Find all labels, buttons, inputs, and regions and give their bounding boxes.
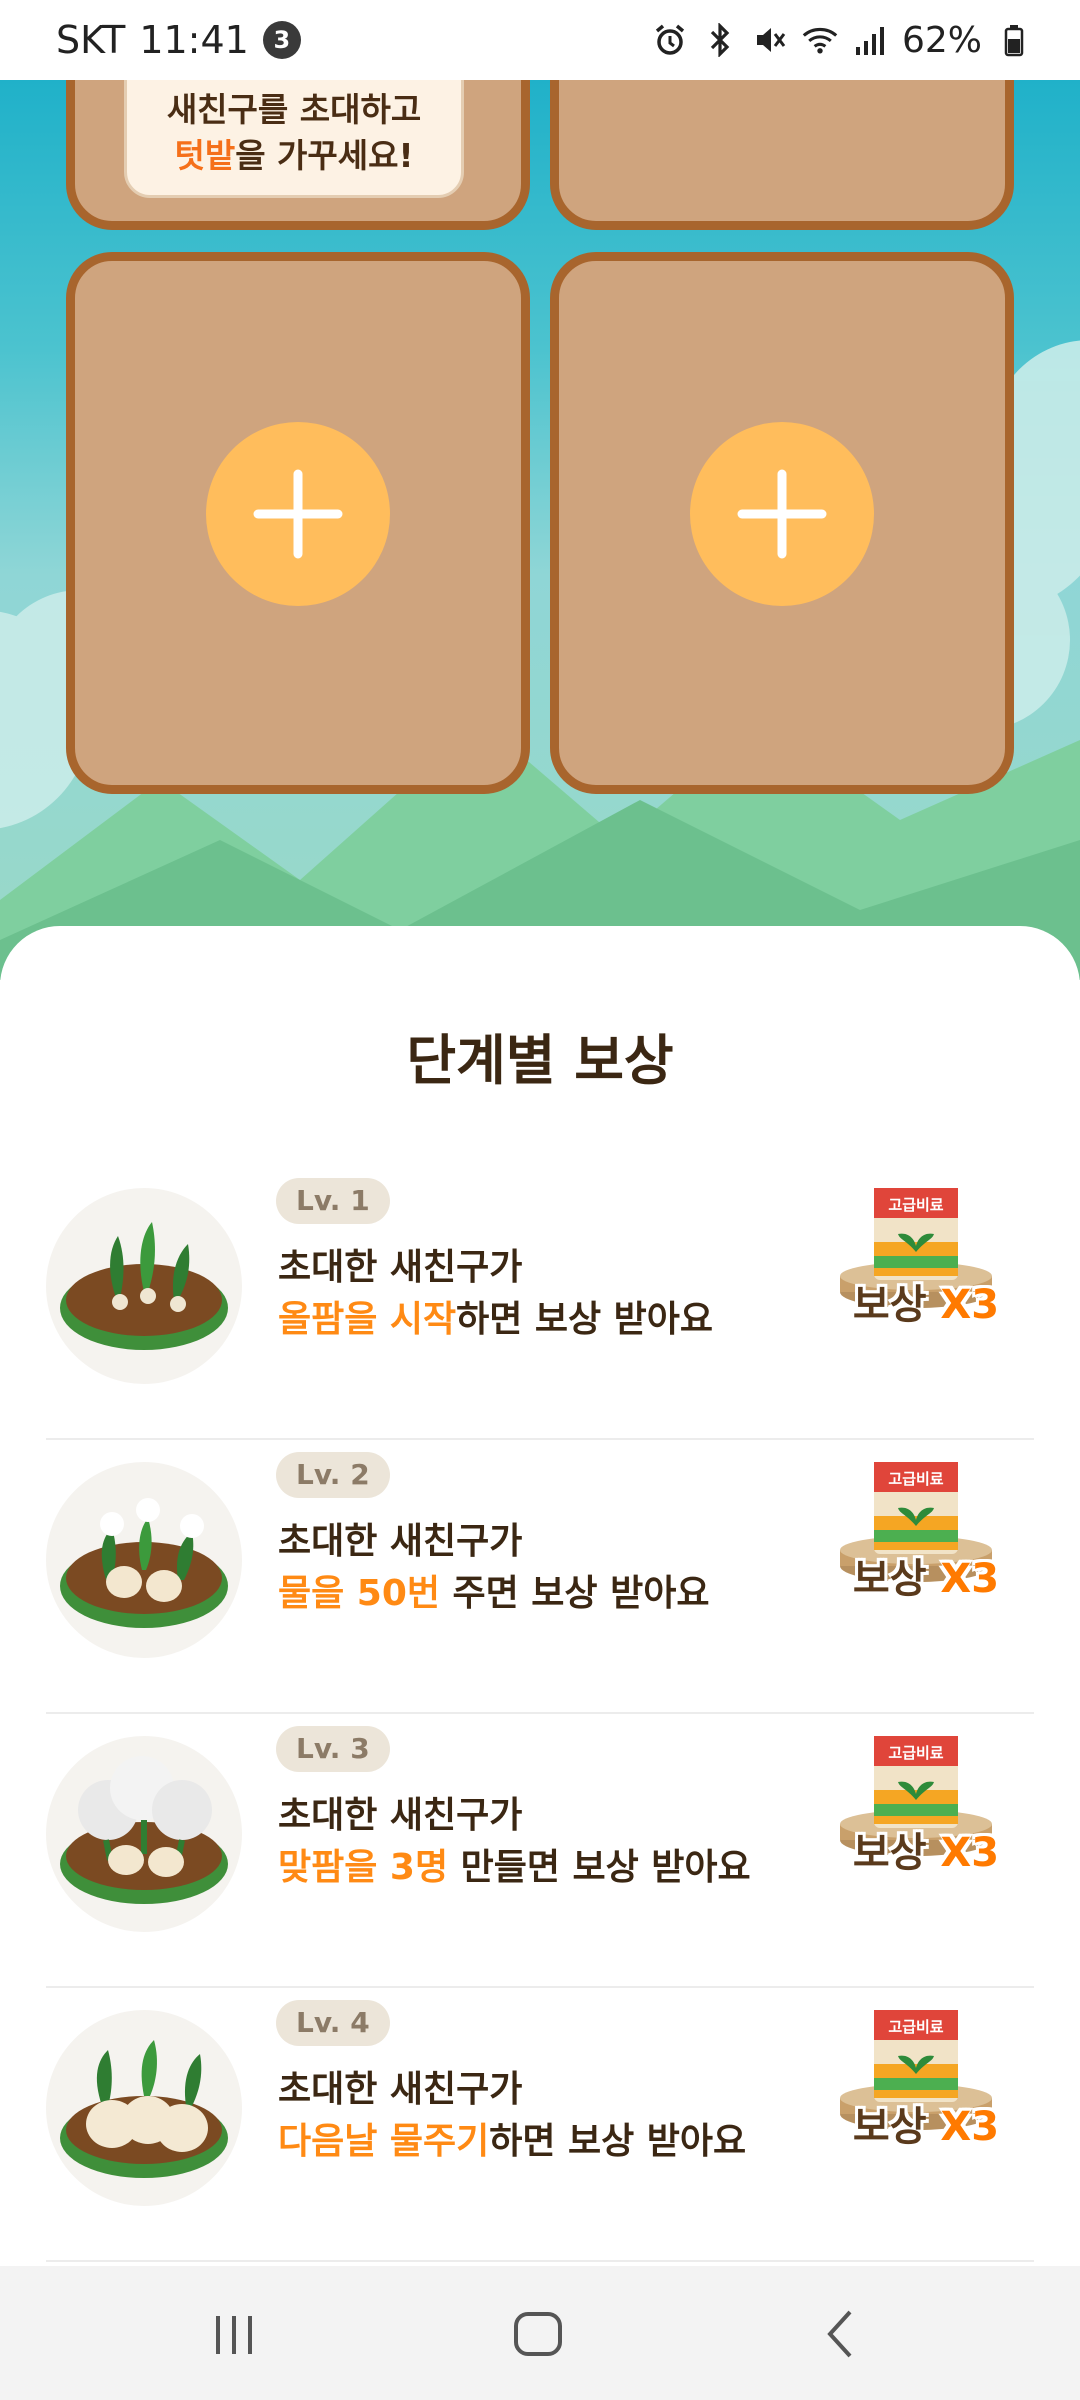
reward-amount-label: 보상 X3 xyxy=(836,1546,1016,1604)
invite-note-highlight: 텃밭 xyxy=(174,136,236,175)
sprout-plant-image xyxy=(46,1188,242,1384)
condition-rest: 하면 보상 받아요 xyxy=(456,1299,714,1340)
level-badge: Lv. 2 xyxy=(276,1452,390,1498)
reward-row-lv4: Lv. 4 초대한 새친구가 다음날 물주기하면 보상 받아요 고급비료 보상 … xyxy=(46,1988,1034,2262)
battery-icon xyxy=(996,22,1032,58)
condition-highlight: 다음날 물주기 xyxy=(278,2121,490,2162)
status-right: 62% xyxy=(652,20,1032,61)
home-icon xyxy=(514,2312,562,2356)
farm-scene: 새친구를 초대하고 텃밭을 가꾸세요! xyxy=(0,80,1080,980)
reward-amount-label: 보상 X3 xyxy=(836,2094,1016,2152)
reward-condition-line2: 올팜을 시작하면 보상 받아요 xyxy=(278,1290,713,1342)
plus-icon xyxy=(253,469,343,559)
signal-icon xyxy=(852,22,888,58)
reward-condition-line2: 맞팜을 3명 만들면 보상 받아요 xyxy=(278,1838,751,1890)
reward-condition-line1: 초대한 새친구가 xyxy=(278,1795,523,1836)
condition-highlight: 물을 50번 xyxy=(278,1573,440,1614)
add-friend-plot-button[interactable] xyxy=(690,422,874,606)
fertilizer-reward: 고급비료 보상 X3 xyxy=(836,1180,999,1350)
back-icon xyxy=(827,2310,852,2358)
status-left: SKT 11:41 3 xyxy=(56,18,301,62)
condition-rest: 주면 보상 받아요 xyxy=(440,1573,710,1614)
condition-rest: 만들면 보상 받아요 xyxy=(448,1847,751,1888)
reward-multiplier: X3 xyxy=(940,1830,1000,1876)
reward-prefix: 보상 xyxy=(852,1556,941,1602)
sheet-title: 단계별 보상 xyxy=(406,1029,674,1092)
plus-icon xyxy=(737,469,827,559)
farm-plot-2[interactable] xyxy=(550,80,1014,230)
fertilizer-reward: 고급비료 보상 X3 xyxy=(836,1728,999,1898)
reward-prefix: 보상 xyxy=(852,1830,941,1876)
reward-prefix: 보상 xyxy=(852,2104,941,2150)
recent-apps-icon xyxy=(216,2316,252,2354)
reward-condition-line1: 초대한 새친구가 xyxy=(278,2069,523,2110)
invite-note-line2: 텃밭을 가꾸세요! xyxy=(127,133,461,179)
fertilizer-reward: 고급비료 보상 X3 xyxy=(836,1454,999,1624)
farm-plot-3[interactable] xyxy=(66,252,530,794)
flowering-onion-plant-image xyxy=(46,1736,242,1932)
fertilizer-bag-label: 고급비료 xyxy=(888,1196,943,1214)
mute-icon xyxy=(752,22,788,58)
recent-apps-button[interactable] xyxy=(204,2304,264,2364)
reward-sheet: 단계별 보상 Lv. 1 초대한 새친구가 올팜을 시작하면 보상 받아요 고급… xyxy=(0,926,1080,2266)
fertilizer-reward: 고급비료 보상 X3 xyxy=(836,2002,999,2172)
condition-rest: 하면 보상 받아요 xyxy=(489,2121,747,2162)
budding-onion-plant-image xyxy=(46,1462,242,1658)
back-button[interactable] xyxy=(812,2304,872,2364)
reward-amount-label: 보상 X3 xyxy=(836,1272,1016,1330)
reward-row-lv2: Lv. 2 초대한 새친구가 물을 50번 주면 보상 받아요 고급비료 보상 … xyxy=(46,1440,1034,1714)
condition-highlight: 올팜을 시작 xyxy=(278,1299,457,1340)
level-badge: Lv. 4 xyxy=(276,2000,390,2046)
grown-onion-plant-image xyxy=(46,2010,242,2206)
fertilizer-bag-label: 고급비료 xyxy=(888,1470,943,1488)
reward-condition-line1: 초대한 새친구가 xyxy=(278,1521,523,1562)
reward-condition-line2: 다음날 물주기하면 보상 받아요 xyxy=(278,2112,746,2164)
clock: 11:41 xyxy=(139,18,249,62)
alarm-icon xyxy=(652,22,688,58)
add-friend-plot-button[interactable] xyxy=(206,422,390,606)
invite-note-line1: 새친구를 초대하고 xyxy=(166,90,422,129)
reward-prefix: 보상 xyxy=(852,1282,941,1328)
reward-multiplier: X3 xyxy=(940,1556,1000,1602)
reward-row-lv3: Lv. 3 초대한 새친구가 맞팜을 3명 만들면 보상 받아요 고급비료 보상… xyxy=(46,1714,1034,1988)
battery-percent: 62% xyxy=(901,19,982,61)
home-button[interactable] xyxy=(508,2304,568,2364)
invite-note: 새친구를 초대하고 텃밭을 가꾸세요! xyxy=(124,80,464,198)
fertilizer-bag-label: 고급비료 xyxy=(888,1744,943,1762)
reward-multiplier: X3 xyxy=(940,1282,1000,1328)
bluetooth-icon xyxy=(702,22,738,58)
reward-condition-line2: 물을 50번 주면 보상 받아요 xyxy=(278,1564,709,1616)
condition-highlight: 맞팜을 3명 xyxy=(278,1847,449,1888)
carrier-label: SKT xyxy=(56,18,126,62)
status-bar: SKT 11:41 3 62% xyxy=(0,0,1080,80)
reward-condition-line1: 초대한 새친구가 xyxy=(278,1247,523,1288)
notification-count-badge: 3 xyxy=(262,21,301,59)
system-navigation-bar xyxy=(0,2266,1080,2400)
wifi-icon xyxy=(802,22,838,58)
level-badge: Lv. 3 xyxy=(276,1726,390,1772)
fertilizer-bag-label: 고급비료 xyxy=(888,2018,943,2036)
reward-row-lv1: Lv. 1 초대한 새친구가 올팜을 시작하면 보상 받아요 고급비료 보상 X… xyxy=(46,1166,1034,1440)
reward-amount-label: 보상 X3 xyxy=(836,1820,1016,1878)
reward-multiplier: X3 xyxy=(940,2104,1000,2150)
level-badge: Lv. 1 xyxy=(276,1178,390,1224)
farm-plot-4[interactable] xyxy=(550,252,1014,794)
invite-note-rest: 을 가꾸세요! xyxy=(235,136,414,175)
